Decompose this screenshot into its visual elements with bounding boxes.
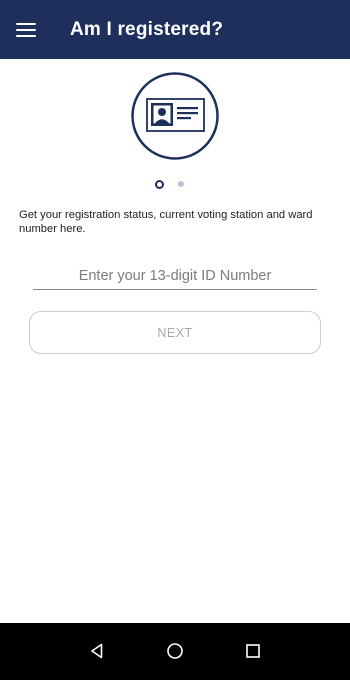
back-triangle-icon[interactable] bbox=[89, 643, 105, 659]
recents-square-icon[interactable] bbox=[245, 643, 261, 659]
recents-button[interactable] bbox=[235, 633, 271, 669]
back-button[interactable] bbox=[79, 633, 115, 669]
id-card-illustration bbox=[131, 72, 219, 160]
description-text: Get your registration status, current vo… bbox=[19, 209, 313, 235]
next-button[interactable]: NEXT bbox=[29, 311, 321, 354]
page-indicator bbox=[0, 176, 350, 192]
page-dot-inactive[interactable] bbox=[178, 181, 184, 187]
app-bar: Am I registered? bbox=[0, 0, 350, 59]
id-card-icon bbox=[131, 72, 219, 160]
page-title: Am I registered? bbox=[70, 18, 224, 40]
hamburger-menu-icon[interactable] bbox=[15, 22, 36, 37]
id-number-input[interactable] bbox=[33, 264, 317, 290]
system-navigation-bar bbox=[0, 623, 350, 680]
page-dot-active[interactable] bbox=[155, 179, 164, 189]
menu-button[interactable] bbox=[0, 0, 56, 59]
home-button[interactable] bbox=[157, 633, 193, 669]
home-circle-icon[interactable] bbox=[166, 642, 184, 660]
